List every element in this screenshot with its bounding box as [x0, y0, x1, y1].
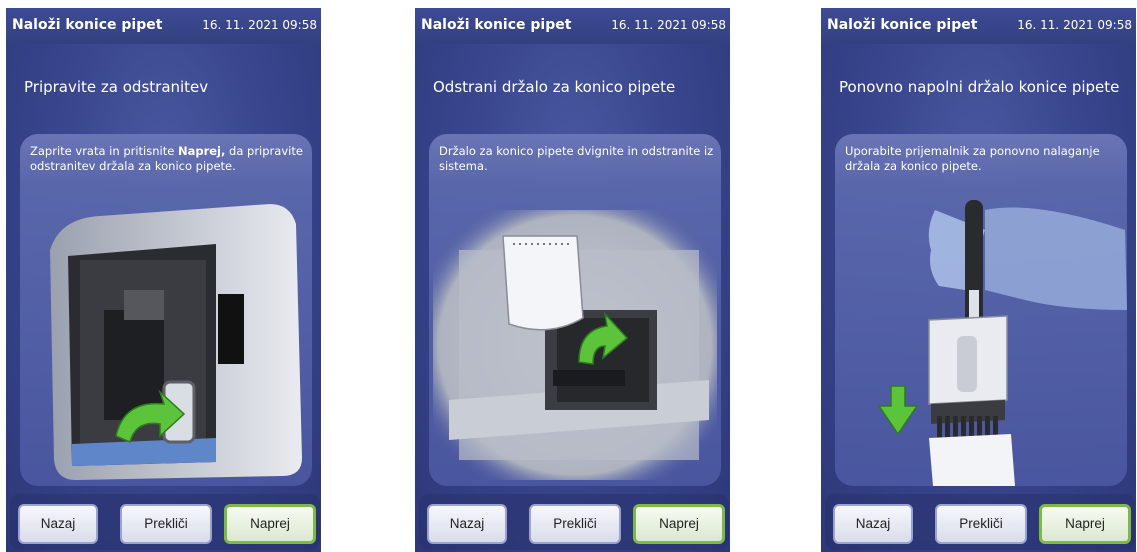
back-button[interactable]: Nazaj	[427, 504, 507, 544]
datetime: 16. 11. 2021 09:58	[1017, 18, 1132, 32]
pipette-loader-illustration	[877, 200, 1127, 486]
title-bar: Naloži konice pipet 16. 11. 2021 09:58	[821, 8, 1136, 44]
step-title: Ponovno napolni držalo konice pipete	[839, 78, 1120, 96]
screen-title: Naloži konice pipet	[12, 17, 163, 33]
instruction-text: Držalo za konico pipete dvignite in odst…	[439, 144, 714, 173]
next-button[interactable]: Naprej	[1039, 504, 1131, 544]
cancel-button[interactable]: Prekliči	[529, 504, 621, 544]
title-bar: Naloži konice pipet 16. 11. 2021 09:58	[415, 8, 730, 44]
next-button[interactable]: Naprej	[633, 504, 725, 544]
step-title: Odstrani držalo za konico pipete	[433, 78, 676, 96]
datetime: 16. 11. 2021 09:58	[611, 18, 726, 32]
holder-removal-illustration	[433, 210, 717, 480]
instruction-text: Uporabite prijemalnik za ponovno nalagan…	[845, 144, 1100, 173]
screen-title: Naloži konice pipet	[827, 17, 978, 33]
back-button[interactable]: Nazaj	[18, 504, 98, 544]
screen-prepare-removal: Naloži konice pipet 16. 11. 2021 09:58 P…	[6, 8, 321, 552]
instruction-text: Zaprite vrata in pritisnite Naprej, da p…	[30, 144, 303, 173]
cancel-button[interactable]: Prekliči	[120, 504, 212, 544]
back-button[interactable]: Nazaj	[833, 504, 913, 544]
step-title: Pripravite za odstranitev	[24, 78, 209, 96]
screen-title: Naloži konice pipet	[421, 17, 572, 33]
cancel-button[interactable]: Prekliči	[935, 504, 1027, 544]
instrument-illustration	[50, 204, 302, 480]
next-button[interactable]: Naprej	[224, 504, 316, 544]
title-bar: Naloži konice pipet 16. 11. 2021 09:58	[6, 8, 321, 44]
datetime: 16. 11. 2021 09:58	[202, 18, 317, 32]
screen-remove-holder: Naloži konice pipet 16. 11. 2021 09:58 O…	[415, 8, 730, 552]
screen-reload-holder: Naloži konice pipet 16. 11. 2021 09:58 P…	[821, 8, 1136, 552]
